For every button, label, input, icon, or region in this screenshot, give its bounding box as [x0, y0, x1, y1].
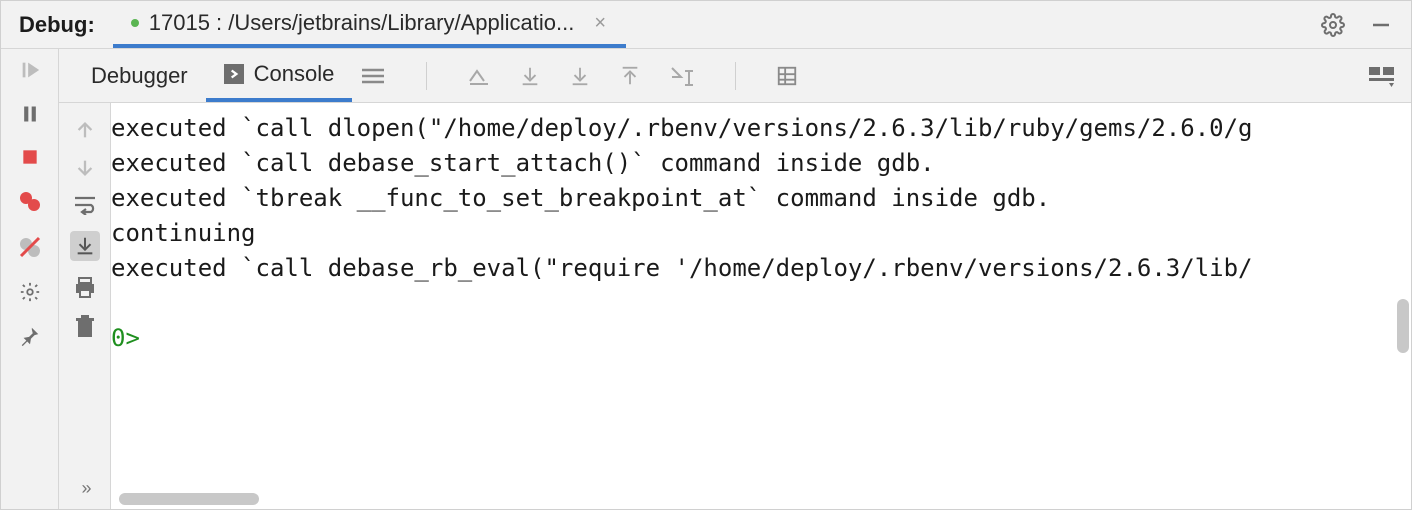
scroll-to-end-button[interactable] — [70, 231, 100, 261]
step-out-icon[interactable] — [467, 65, 491, 87]
horizontal-scrollbar-thumb[interactable] — [119, 493, 259, 505]
download2-icon[interactable] — [569, 65, 591, 87]
debug-subtab-row: Debugger Console — [59, 49, 1411, 103]
console-prompt: 0> — [111, 324, 154, 352]
upload-icon[interactable] — [619, 65, 641, 87]
close-icon[interactable]: × — [594, 13, 606, 33]
download-icon[interactable] — [519, 65, 541, 87]
session-tab[interactable]: 17015 : /Users/jetbrains/Library/Applica… — [113, 1, 626, 48]
step-into-cursor-icon[interactable] — [669, 65, 695, 87]
resume-button[interactable] — [19, 59, 41, 81]
pin-button[interactable] — [19, 325, 41, 347]
console-inner-toolbar: » — [59, 103, 111, 509]
tab-console-label: Console — [254, 61, 335, 87]
subtab-right — [1369, 65, 1411, 87]
clear-all-button[interactable] — [75, 315, 95, 339]
panel-title: Debug: — [1, 12, 113, 38]
print-button[interactable] — [73, 277, 97, 299]
vertical-scrollbar-thumb[interactable] — [1397, 299, 1409, 353]
console-text: executed `call dlopen("/home/deploy/.rbe… — [111, 103, 1411, 356]
tab-console[interactable]: Console — [206, 49, 353, 102]
separator — [426, 62, 427, 90]
separator — [735, 62, 736, 90]
session-tab-label: 17015 : /Users/jetbrains/Library/Applica… — [149, 10, 575, 36]
settings-button[interactable] — [19, 281, 41, 303]
subtab-toolbar — [352, 62, 798, 90]
scroll-down-button[interactable] — [74, 157, 96, 179]
expand-icon[interactable]: » — [81, 478, 87, 499]
debug-main-column: Debugger Console — [59, 49, 1411, 509]
debug-panel-header: Debug: 17015 : /Users/jetbrains/Library/… — [1, 1, 1411, 49]
layout-icon[interactable] — [1369, 65, 1395, 87]
debug-left-toolbar — [1, 49, 59, 509]
soft-wrap-button[interactable] — [73, 195, 97, 215]
pause-button[interactable] — [20, 103, 40, 125]
breakpoints-button[interactable] — [18, 189, 42, 213]
gear-icon[interactable] — [1321, 13, 1345, 37]
console-row: » executed `call dlopen("/home/deploy/.r… — [59, 103, 1411, 509]
table-icon[interactable] — [776, 65, 798, 87]
debug-panel-body: Debugger Console — [1, 49, 1411, 509]
run-status-indicator-icon — [131, 19, 139, 27]
tab-debugger[interactable]: Debugger — [73, 49, 206, 102]
tab-debugger-label: Debugger — [91, 63, 188, 89]
console-output-area[interactable]: executed `call dlopen("/home/deploy/.rbe… — [111, 103, 1411, 509]
mute-breakpoints-button[interactable] — [18, 235, 42, 259]
minimize-icon[interactable] — [1369, 13, 1393, 37]
threads-icon[interactable] — [360, 66, 386, 86]
stop-button[interactable] — [20, 147, 40, 167]
scroll-up-button[interactable] — [74, 119, 96, 141]
console-icon — [224, 64, 244, 84]
header-right-icons — [1321, 13, 1411, 37]
